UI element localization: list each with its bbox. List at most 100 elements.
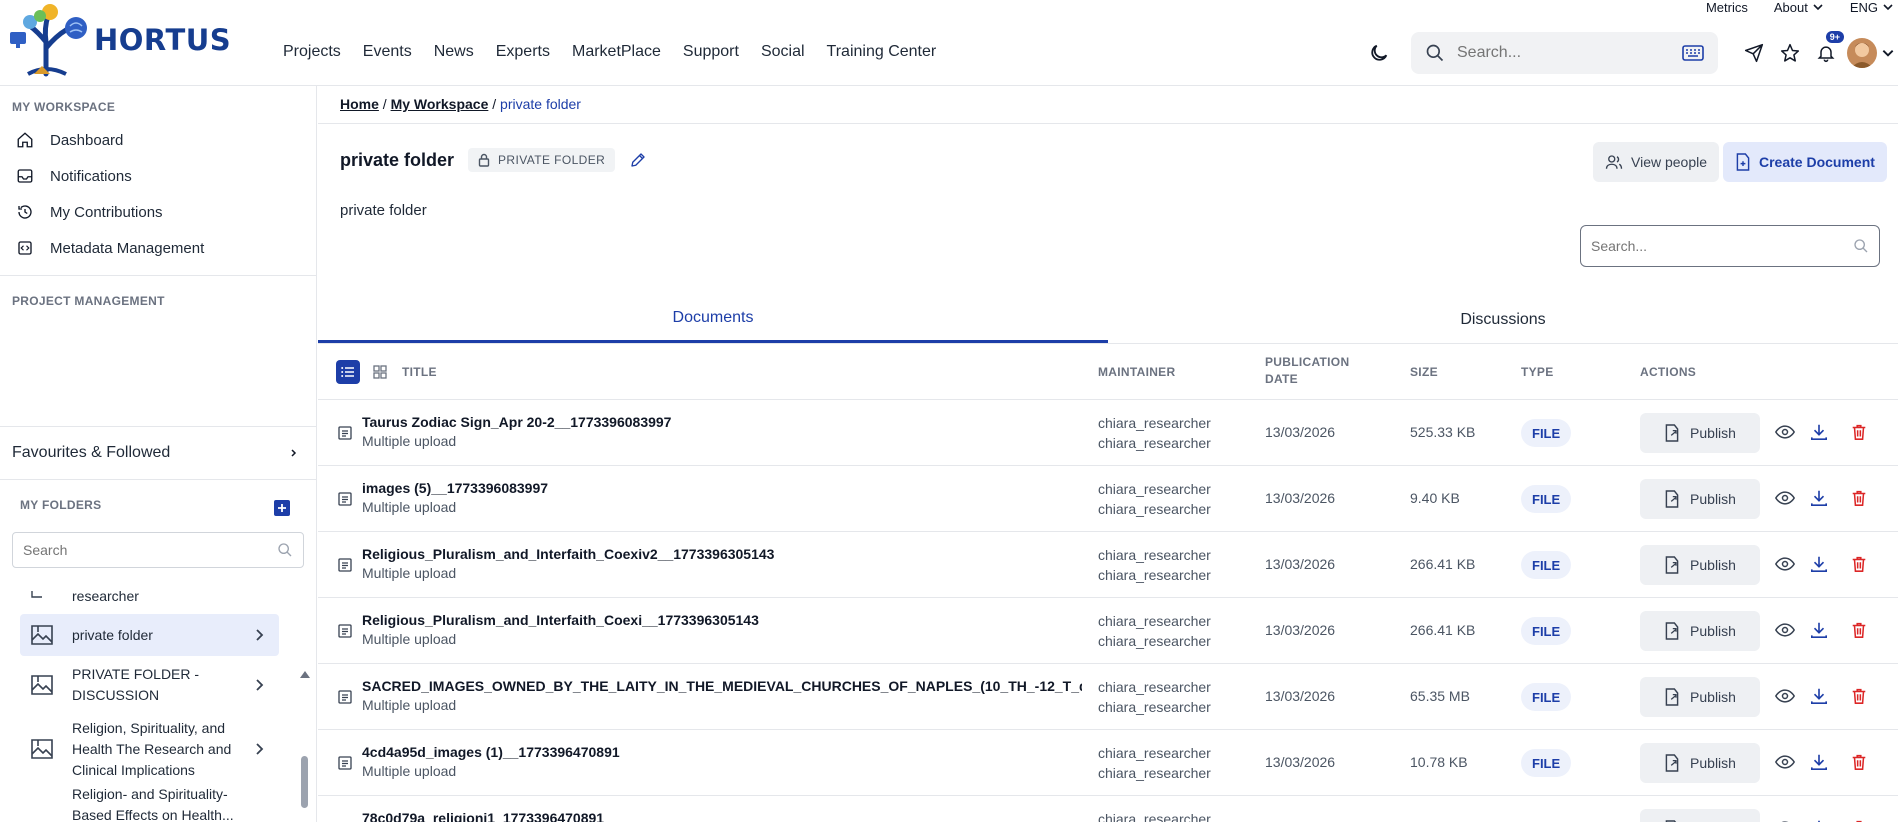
eye-icon[interactable] bbox=[1775, 423, 1795, 441]
folder-label: PRIVATE FOLDER - DISCUSSION bbox=[72, 666, 200, 703]
trash-icon[interactable] bbox=[1850, 423, 1868, 441]
create-document-button[interactable]: Create Document bbox=[1723, 142, 1887, 182]
nav-projects[interactable]: Projects bbox=[283, 43, 341, 61]
trash-icon[interactable] bbox=[1850, 621, 1868, 639]
folder-search[interactable] bbox=[12, 532, 304, 568]
table-row[interactable]: 4cd4a95d_images (1)__1773396470891 Multip… bbox=[318, 730, 1898, 796]
publish-button[interactable]: Publish bbox=[1640, 611, 1760, 651]
trash-icon[interactable] bbox=[1850, 555, 1868, 573]
sidebar: MY WORKSPACE Dashboard Notifications My … bbox=[0, 86, 317, 822]
nav-marketplace[interactable]: MarketPlace bbox=[572, 43, 661, 61]
file-size: 525.33 KB bbox=[1410, 424, 1476, 440]
scroll-up-arrow[interactable] bbox=[300, 671, 310, 678]
download-icon[interactable] bbox=[1810, 489, 1828, 507]
table-row[interactable]: SACRED_IMAGES_OWNED_BY_THE_LAITY_IN_THE_… bbox=[318, 664, 1898, 730]
chevron-right-icon bbox=[256, 629, 264, 641]
folder-item[interactable]: Religion, Spirituality, and Health The R… bbox=[20, 714, 279, 784]
table-row[interactable]: 78c0d79a_religionj1_1773396470891 chiara_… bbox=[318, 796, 1898, 822]
publish-button[interactable]: Publish bbox=[1640, 413, 1760, 453]
download-icon[interactable] bbox=[1810, 621, 1828, 639]
view-people-button[interactable]: View people bbox=[1593, 142, 1720, 182]
hortus-logo[interactable]: HORTUS bbox=[8, 2, 238, 78]
folder-item[interactable]: researcher bbox=[20, 582, 279, 610]
breadcrumb-home[interactable]: Home bbox=[340, 96, 379, 112]
document-icon bbox=[338, 624, 352, 638]
sidebar-item-metadata[interactable]: Metadata Management bbox=[0, 230, 316, 266]
nav-support[interactable]: Support bbox=[683, 43, 739, 61]
add-folder-button[interactable] bbox=[274, 500, 290, 516]
metadata-icon bbox=[16, 239, 40, 257]
table-row[interactable]: Religious_Pluralism_and_Interfaith_Coexi… bbox=[318, 532, 1898, 598]
publish-button[interactable]: Publish bbox=[1640, 809, 1760, 822]
nav-training-center[interactable]: Training Center bbox=[827, 43, 937, 61]
folder-image-icon bbox=[30, 738, 64, 760]
list-view-button[interactable] bbox=[336, 360, 360, 384]
sidebar-item-contributions[interactable]: My Contributions bbox=[0, 194, 316, 230]
tab-documents[interactable]: Documents bbox=[318, 296, 1108, 343]
eye-icon[interactable] bbox=[1775, 489, 1795, 507]
document-search-input[interactable] bbox=[1591, 238, 1853, 254]
eye-icon[interactable] bbox=[1775, 687, 1795, 705]
col-type: TYPE bbox=[1521, 365, 1554, 379]
download-icon[interactable] bbox=[1810, 687, 1828, 705]
grid-view-button[interactable] bbox=[368, 360, 392, 384]
folder-search-input[interactable] bbox=[23, 542, 277, 558]
document-title[interactable]: images (5)__1773396083997 bbox=[362, 480, 548, 496]
eye-icon[interactable] bbox=[1775, 621, 1795, 639]
sidebar-item-notifications[interactable]: Notifications bbox=[0, 158, 316, 194]
user-menu[interactable] bbox=[1844, 35, 1898, 71]
download-icon[interactable] bbox=[1810, 753, 1828, 771]
document-search[interactable] bbox=[1580, 225, 1880, 267]
download-icon[interactable] bbox=[1810, 423, 1828, 441]
language-menu[interactable]: ENG bbox=[1850, 0, 1894, 14]
download-icon[interactable] bbox=[1810, 555, 1828, 573]
folder-item-active[interactable]: private folder bbox=[20, 614, 279, 656]
nav-social[interactable]: Social bbox=[761, 43, 805, 61]
publish-button[interactable]: Publish bbox=[1640, 545, 1760, 585]
document-title[interactable]: SACRED_IMAGES_OWNED_BY_THE_LAITY_IN_THE_… bbox=[362, 678, 1082, 694]
favourites-button[interactable] bbox=[1772, 35, 1808, 71]
trash-icon[interactable] bbox=[1850, 489, 1868, 507]
col-actions: ACTIONS bbox=[1640, 365, 1697, 379]
maintainer-name: chiara_researcher bbox=[1098, 501, 1211, 517]
view-people-label: View people bbox=[1631, 154, 1708, 170]
table-row[interactable]: images (5)__1773396083997 Multiple upload… bbox=[318, 466, 1898, 532]
publish-button[interactable]: Publish bbox=[1640, 677, 1760, 717]
dark-mode-toggle[interactable] bbox=[1361, 35, 1397, 71]
nav-news[interactable]: News bbox=[434, 43, 474, 61]
send-button[interactable] bbox=[1736, 35, 1772, 71]
trash-icon[interactable] bbox=[1850, 687, 1868, 705]
notifications-button[interactable]: 9+ bbox=[1808, 31, 1844, 71]
folder-item[interactable]: PRIVATE FOLDER - DISCUSSION bbox=[20, 660, 279, 710]
document-title[interactable]: Taurus Zodiac Sign_Apr 20-2__17733960839… bbox=[362, 414, 671, 430]
favourites-toggle[interactable]: Favourites & Followed bbox=[0, 427, 316, 479]
folder-list-scrollbar[interactable] bbox=[301, 756, 308, 808]
file-size: 65.35 MB bbox=[1410, 688, 1470, 704]
metrics-link[interactable]: Metrics bbox=[1706, 0, 1748, 14]
document-title[interactable]: 78c0d79a_religionj1_1773396470891 bbox=[362, 810, 604, 822]
nav-events[interactable]: Events bbox=[363, 43, 412, 61]
global-search-input[interactable] bbox=[1457, 44, 1682, 62]
divider bbox=[318, 123, 1898, 124]
folder-item[interactable]: Religion- and Spirituality-Based Effects… bbox=[20, 784, 279, 822]
keyboard-icon[interactable] bbox=[1682, 45, 1704, 61]
pencil-icon[interactable] bbox=[629, 151, 647, 169]
trash-icon[interactable] bbox=[1850, 753, 1868, 771]
nav-experts[interactable]: Experts bbox=[496, 43, 550, 61]
breadcrumb-workspace[interactable]: My Workspace bbox=[391, 96, 489, 112]
sidebar-item-dashboard[interactable]: Dashboard bbox=[0, 122, 316, 158]
publication-date: 13/03/2026 bbox=[1265, 556, 1336, 572]
document-title[interactable]: 4cd4a95d_images (1)__1773396470891 bbox=[362, 744, 620, 760]
eye-icon[interactable] bbox=[1775, 753, 1795, 771]
publish-button[interactable]: Publish bbox=[1640, 743, 1760, 783]
tab-discussions[interactable]: Discussions bbox=[1108, 296, 1898, 343]
table-row[interactable]: Religious_Pluralism_and_Interfaith_Coexi… bbox=[318, 598, 1898, 664]
publish-button[interactable]: Publish bbox=[1640, 479, 1760, 519]
document-title[interactable]: Religious_Pluralism_and_Interfaith_Coexi… bbox=[362, 612, 759, 628]
table-row[interactable]: Taurus Zodiac Sign_Apr 20-2__17733960839… bbox=[318, 400, 1898, 466]
maintainer-name: chiara_researcher bbox=[1098, 435, 1211, 451]
global-search[interactable] bbox=[1411, 32, 1718, 74]
eye-icon[interactable] bbox=[1775, 555, 1795, 573]
document-title[interactable]: Religious_Pluralism_and_Interfaith_Coexi… bbox=[362, 546, 774, 562]
about-menu[interactable]: About bbox=[1774, 0, 1824, 14]
